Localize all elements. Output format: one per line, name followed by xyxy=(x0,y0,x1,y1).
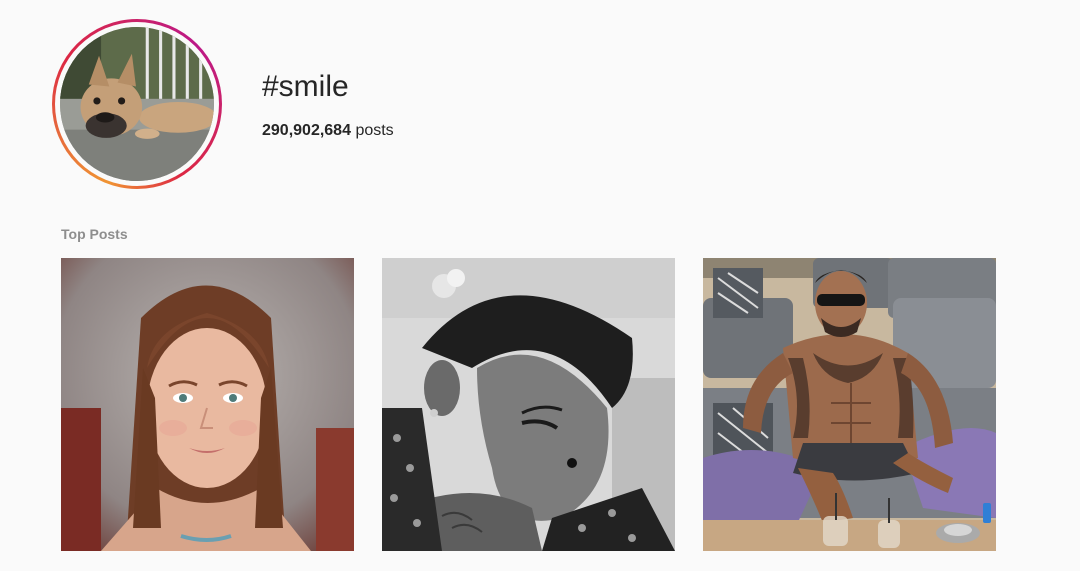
hashtag-page: #smile 290,902,684 posts Top Posts xyxy=(0,0,1080,571)
post-count: 290,902,684 posts xyxy=(262,121,394,141)
top-posts-heading: Top Posts xyxy=(61,226,128,242)
top-post-3[interactable] xyxy=(703,258,996,551)
post-count-label: posts xyxy=(355,122,394,139)
top-post-1[interactable] xyxy=(61,258,354,551)
top-post-2[interactable] xyxy=(382,258,675,551)
girl-portrait-photo xyxy=(61,258,354,551)
tattooed-man-lounge-photo xyxy=(703,258,996,551)
avatar-dog-photo xyxy=(60,27,214,181)
bw-woman-portrait-photo xyxy=(382,258,675,551)
hashtag-title: #smile xyxy=(262,70,349,103)
hashtag-avatar[interactable] xyxy=(52,19,222,189)
post-count-number: 290,902,684 xyxy=(262,122,351,139)
